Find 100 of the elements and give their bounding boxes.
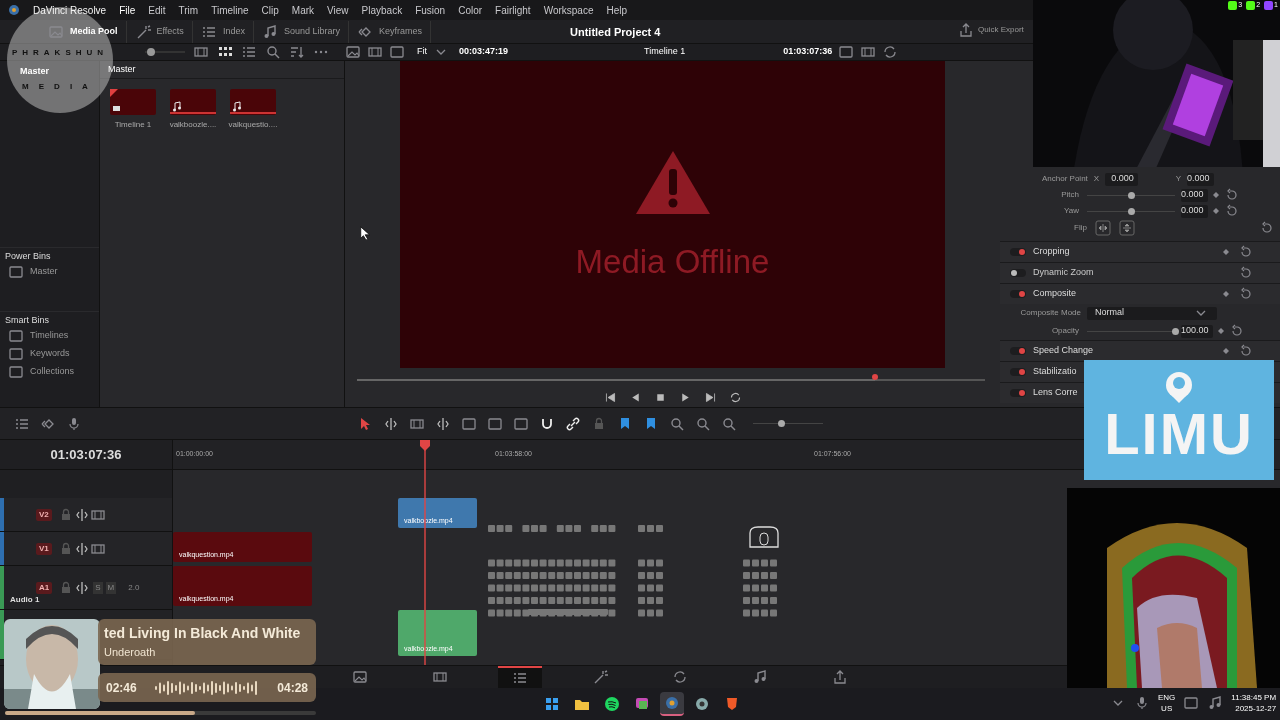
menu-item[interactable]: Edit — [148, 2, 166, 18]
reset-icon[interactable] — [1259, 220, 1275, 236]
box-icon[interactable] — [487, 415, 503, 432]
bin-item[interactable]: Timelines — [0, 326, 99, 345]
zoom-icon[interactable] — [669, 415, 685, 432]
toggle-switch[interactable] — [1010, 389, 1026, 397]
breadcrumb[interactable]: Master — [108, 62, 136, 77]
toggle-switch[interactable] — [1010, 290, 1026, 298]
note-icon — [752, 669, 768, 685]
section-title[interactable]: Dynamic Zoom — [1033, 266, 1094, 280]
track-button[interactable]: M — [105, 581, 117, 594]
toolbar-button[interactable]: Sound Library — [253, 20, 349, 43]
page-tab[interactable] — [498, 665, 542, 689]
section-title[interactable]: Speed Change — [1033, 344, 1094, 358]
section-title[interactable]: Cropping — [1033, 245, 1070, 259]
menu-item[interactable]: Playback — [361, 2, 403, 18]
number-field[interactable]: 0.000 — [1181, 188, 1208, 202]
section-title[interactable]: Composite — [1033, 287, 1077, 301]
trim-icon[interactable] — [435, 415, 451, 432]
clock-date[interactable]: 2025-12-27 — [1235, 703, 1277, 714]
toggle-switch[interactable] — [1010, 347, 1026, 355]
slider-track[interactable] — [1087, 191, 1175, 199]
reset-icon[interactable] — [1238, 286, 1254, 302]
trim-icon[interactable] — [383, 415, 399, 432]
sort-icon[interactable] — [289, 44, 305, 60]
track-button[interactable]: S — [93, 581, 103, 594]
clock-time[interactable]: 11:38:45 PM — [1231, 692, 1277, 703]
toggle-switch[interactable] — [1010, 368, 1026, 376]
thumbnail-size-slider[interactable] — [145, 48, 185, 56]
bin-item[interactable]: Collections — [0, 362, 99, 381]
reset-icon[interactable] — [1238, 343, 1254, 359]
settings-icon — [694, 696, 710, 712]
menu-item[interactable]: Color — [458, 2, 483, 18]
number-field[interactable]: 0.000 — [1187, 172, 1214, 186]
scrubber-handle[interactable] — [872, 374, 879, 380]
scrubber-track[interactable] — [357, 374, 985, 382]
slider-thumb[interactable] — [778, 420, 785, 427]
region-label[interactable]: US — [1161, 703, 1173, 714]
toggle-switch[interactable] — [1010, 248, 1026, 256]
clip-thumbnail[interactable] — [170, 89, 216, 115]
image-icon[interactable] — [345, 44, 361, 60]
slider-thumb[interactable] — [147, 48, 155, 56]
microphone-icon[interactable] — [66, 415, 82, 432]
slider-thumb[interactable] — [1128, 207, 1135, 215]
zoom-dropdown[interactable]: Fit — [417, 45, 427, 59]
menu-item[interactable]: Clip — [261, 2, 279, 18]
section-title[interactable]: Stabilizatio — [1033, 365, 1077, 379]
menu-item[interactable]: Workspace — [543, 2, 594, 18]
menu-item[interactable]: Fairlight — [495, 2, 531, 18]
toolbar-button[interactable]: Keyframes — [348, 20, 431, 43]
reset-icon[interactable] — [1238, 265, 1254, 281]
zoom-slider[interactable] — [753, 420, 823, 427]
menu-item[interactable]: Trim — [178, 2, 199, 18]
link-icon[interactable] — [565, 415, 581, 432]
toolbar-button[interactable]: Effects — [126, 20, 193, 43]
toggle-switch[interactable] — [1010, 269, 1026, 277]
slider-track[interactable] — [1087, 207, 1175, 215]
loop-icon[interactable] — [728, 391, 742, 404]
bin-item[interactable]: Master — [20, 65, 49, 79]
reset-icon[interactable] — [1238, 244, 1254, 260]
box-icon[interactable] — [513, 415, 529, 432]
menu-item[interactable]: Fusion — [415, 2, 446, 18]
menu-item[interactable]: View — [327, 2, 349, 18]
prev-icon[interactable] — [603, 391, 617, 404]
loop-icon[interactable] — [882, 44, 899, 60]
toolbar-button[interactable]: Index — [192, 20, 254, 43]
flip-vertical-button[interactable] — [1119, 220, 1135, 236]
menu-item[interactable]: Help — [606, 2, 628, 18]
section-title[interactable]: Lens Corre — [1033, 386, 1078, 400]
bin-item[interactable]: Keywords — [0, 344, 99, 363]
zoom-icon[interactable] — [695, 415, 711, 432]
clip-thumbnail[interactable] — [110, 89, 156, 115]
field-label: Pitch — [1060, 189, 1080, 201]
microphone-icon[interactable] — [1134, 695, 1150, 711]
monitor-icon[interactable] — [1183, 695, 1200, 711]
warning-icon — [634, 149, 711, 215]
next-icon[interactable] — [703, 391, 717, 404]
field-label: Y — [1175, 173, 1182, 185]
flip-horizontal-button[interactable] — [1095, 220, 1111, 236]
menu-item[interactable]: Mark — [291, 2, 315, 18]
toolbar-button[interactable]: Media Pool — [40, 20, 127, 43]
language-label[interactable]: ENG — [1158, 692, 1176, 703]
box-icon[interactable] — [461, 415, 477, 432]
box-icon[interactable] — [838, 44, 855, 60]
track-badge: V2 — [36, 508, 52, 521]
slider-thumb[interactable] — [1172, 327, 1179, 335]
clip-thumbnail[interactable] — [230, 89, 276, 115]
quick-export-button[interactable]: Quick Export — [958, 22, 1024, 38]
timeline-dropdown[interactable]: Timeline 1 — [644, 45, 686, 59]
number-field[interactable]: 0.000 — [1181, 204, 1208, 218]
menu-item[interactable]: Timeline — [211, 2, 249, 18]
taskbar-app[interactable] — [660, 692, 684, 716]
slider-thumb[interactable] — [1128, 191, 1135, 199]
number-field[interactable]: 0.000 — [1105, 172, 1138, 186]
search-icon[interactable] — [265, 44, 281, 60]
menu-item[interactable]: File — [119, 2, 136, 18]
zoom-icon[interactable] — [721, 415, 737, 432]
dropdown[interactable]: Normal — [1087, 306, 1217, 320]
bin-item[interactable]: Master — [0, 262, 99, 281]
number-field[interactable]: 100.00 — [1181, 324, 1213, 338]
